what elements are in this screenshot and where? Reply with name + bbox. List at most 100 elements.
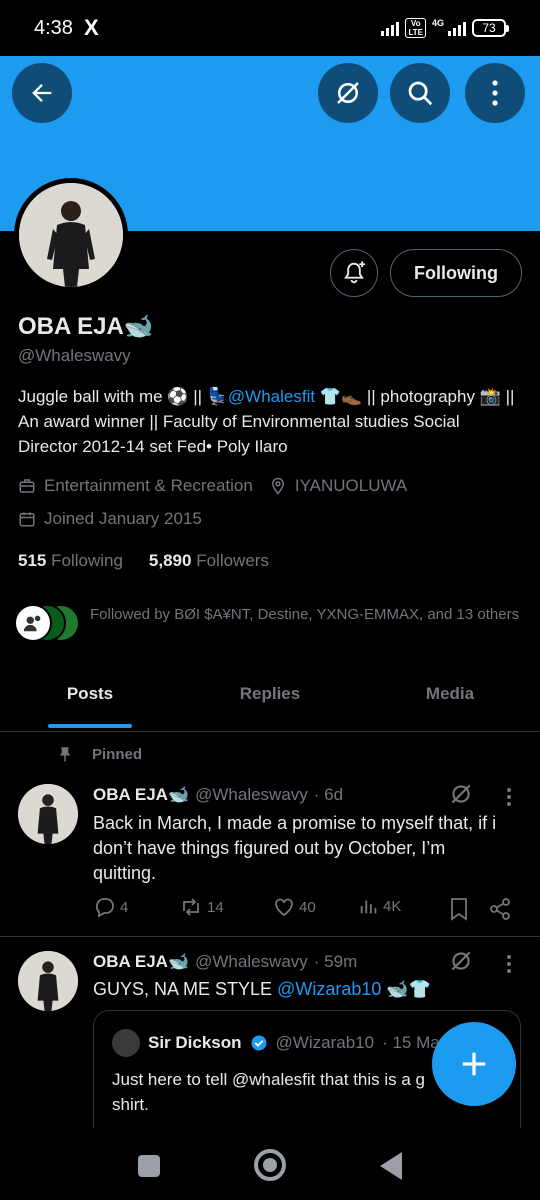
joined-text: Joined January 2015 <box>44 509 202 528</box>
profile-handle: @Whaleswavy <box>18 346 131 365</box>
reply-count: 4 <box>120 898 129 916</box>
following-button[interactable]: Following <box>390 249 522 297</box>
post-time: · 6d <box>313 785 344 804</box>
post-more-icon[interactable] <box>507 788 513 809</box>
recents-button[interactable] <box>138 1155 160 1177</box>
quote-avatar <box>112 1029 140 1057</box>
views-button[interactable]: 4K <box>358 895 401 917</box>
followed-by-avatars <box>14 604 80 644</box>
followed-by[interactable]: Followed by BØI $A¥NT, Destine, YXNG-EMM… <box>14 604 520 644</box>
signal-icon-2 <box>448 20 466 36</box>
battery-icon: 73 <box>472 19 509 37</box>
post-text-1: GUYS, NA ME STYLE <box>93 979 278 999</box>
following-label: Following <box>51 551 123 570</box>
post-author-handle[interactable]: @Whaleswavy <box>195 785 308 805</box>
more-button[interactable] <box>465 63 525 123</box>
network-type: 4G <box>431 18 444 28</box>
quote-author-handle: @Wizarab10 <box>275 1033 375 1052</box>
post-more-icon[interactable] <box>507 955 513 976</box>
people-icon <box>23 615 41 632</box>
calendar-icon <box>19 512 35 527</box>
like-count: 40 <box>299 898 316 916</box>
active-tab-indicator <box>48 724 132 728</box>
follow-stats: 515 Following 5,890 Followers <box>18 551 269 571</box>
system-back-button[interactable] <box>380 1152 402 1180</box>
share-icon[interactable] <box>488 897 512 921</box>
post-actions: 4 14 40 4K <box>93 895 518 923</box>
pinned-text: Pinned <box>92 745 143 763</box>
profile-meta: Entertainment & Recreation IYANUOLUWA <box>18 476 407 496</box>
like-button[interactable]: 40 <box>272 895 316 919</box>
views-icon <box>360 900 377 914</box>
pin-icon <box>59 747 71 762</box>
location-item: IYANUOLUWA <box>269 476 407 496</box>
grok-icon[interactable] <box>448 948 474 974</box>
views-count: 4K <box>383 897 402 915</box>
followers-label: Followers <box>196 551 269 570</box>
repost-icon <box>183 898 199 916</box>
post-text: GUYS, NA ME STYLE @Wizarab10 🐋👕 <box>93 977 513 1002</box>
post-author-name[interactable]: OBA EJA🐋 <box>93 952 189 972</box>
tab-replies[interactable]: Replies <box>180 672 360 731</box>
quote-header: Sir Dickson @Wizarab10 · 15 Ma <box>112 1029 440 1057</box>
home-button[interactable] <box>254 1149 286 1181</box>
following-stat[interactable]: 515 Following <box>18 551 123 571</box>
post-avatar[interactable] <box>18 951 78 1011</box>
status-icons: Vo LTE 4G 73 <box>381 18 509 38</box>
post-avatar[interactable] <box>18 784 78 844</box>
followers-count: 5,890 <box>148 551 192 570</box>
post-header: OBA EJA🐋 @Whaleswavy · 59m <box>93 952 357 972</box>
pinned-label: Pinned <box>56 744 142 764</box>
post-time: · 59m <box>313 952 358 971</box>
more-vertical-icon <box>492 80 498 106</box>
back-button[interactable] <box>12 63 72 123</box>
post-divider <box>0 936 540 937</box>
bio-link[interactable]: @Whalesfit <box>228 387 315 406</box>
x-app-icon: X <box>84 15 99 40</box>
bookmark-icon[interactable] <box>449 897 469 921</box>
post-header: OBA EJA🐋 @Whaleswavy · 6d <box>93 785 343 805</box>
profile-name: OBA EJA🐋 <box>18 313 154 340</box>
compose-button[interactable] <box>432 1022 516 1106</box>
status-time: 4:38 <box>34 17 73 39</box>
repost-button[interactable]: 14 <box>178 895 224 919</box>
bio-text-1: Juggle ball with me ⚽ || 💺 <box>18 387 228 406</box>
tab-media[interactable]: Media <box>360 672 540 731</box>
profile-tabs: Posts Replies Media <box>0 672 540 732</box>
avatar-image <box>19 183 123 287</box>
quote-time: · 15 Ma <box>382 1033 440 1052</box>
post-mention-link[interactable]: @Wizarab10 <box>277 979 381 999</box>
grok-icon[interactable] <box>448 781 474 807</box>
quote-author-name: Sir Dickson <box>148 1033 242 1052</box>
heart-icon <box>275 898 293 917</box>
arrow-left-icon <box>32 84 52 102</box>
briefcase-icon <box>19 479 35 493</box>
status-bar: 4:38 X Vo LTE 4G 73 <box>0 0 540 56</box>
tab-posts[interactable]: Posts <box>0 672 180 731</box>
joined-row: Joined January 2015 <box>18 509 202 529</box>
location-pin-icon <box>271 477 284 495</box>
category-text: Entertainment & Recreation <box>44 476 253 495</box>
search-icon <box>408 81 433 106</box>
post-author-handle[interactable]: @Whaleswavy <box>195 952 308 972</box>
bell-plus-icon <box>344 261 366 284</box>
grok-button[interactable] <box>318 63 378 123</box>
profile-bio: Juggle ball with me ⚽ || 💺@Whalesfit 👕👞 … <box>18 384 518 459</box>
notifications-button[interactable] <box>330 249 378 297</box>
location-text: IYANUOLUWA <box>294 476 408 495</box>
profile-avatar[interactable] <box>14 178 128 292</box>
post-text: Back in March, I made a promise to mysel… <box>93 813 497 883</box>
grok-icon <box>337 82 359 104</box>
search-button[interactable] <box>390 63 450 123</box>
category-item: Entertainment & Recreation <box>18 476 253 496</box>
system-nav-bar <box>0 1128 540 1200</box>
post-author-name[interactable]: OBA EJA🐋 <box>93 785 189 805</box>
reply-button[interactable]: 4 <box>93 895 128 919</box>
verified-badge-icon <box>251 1035 267 1051</box>
repost-count: 14 <box>207 898 224 916</box>
followers-stat[interactable]: 5,890 Followers <box>149 551 269 571</box>
reply-icon <box>96 898 114 918</box>
quote-text: Just here to tell @whalesfit that this i… <box>112 1070 426 1114</box>
post-text-2: 🐋👕 <box>381 979 432 999</box>
plus-icon <box>462 1052 486 1076</box>
